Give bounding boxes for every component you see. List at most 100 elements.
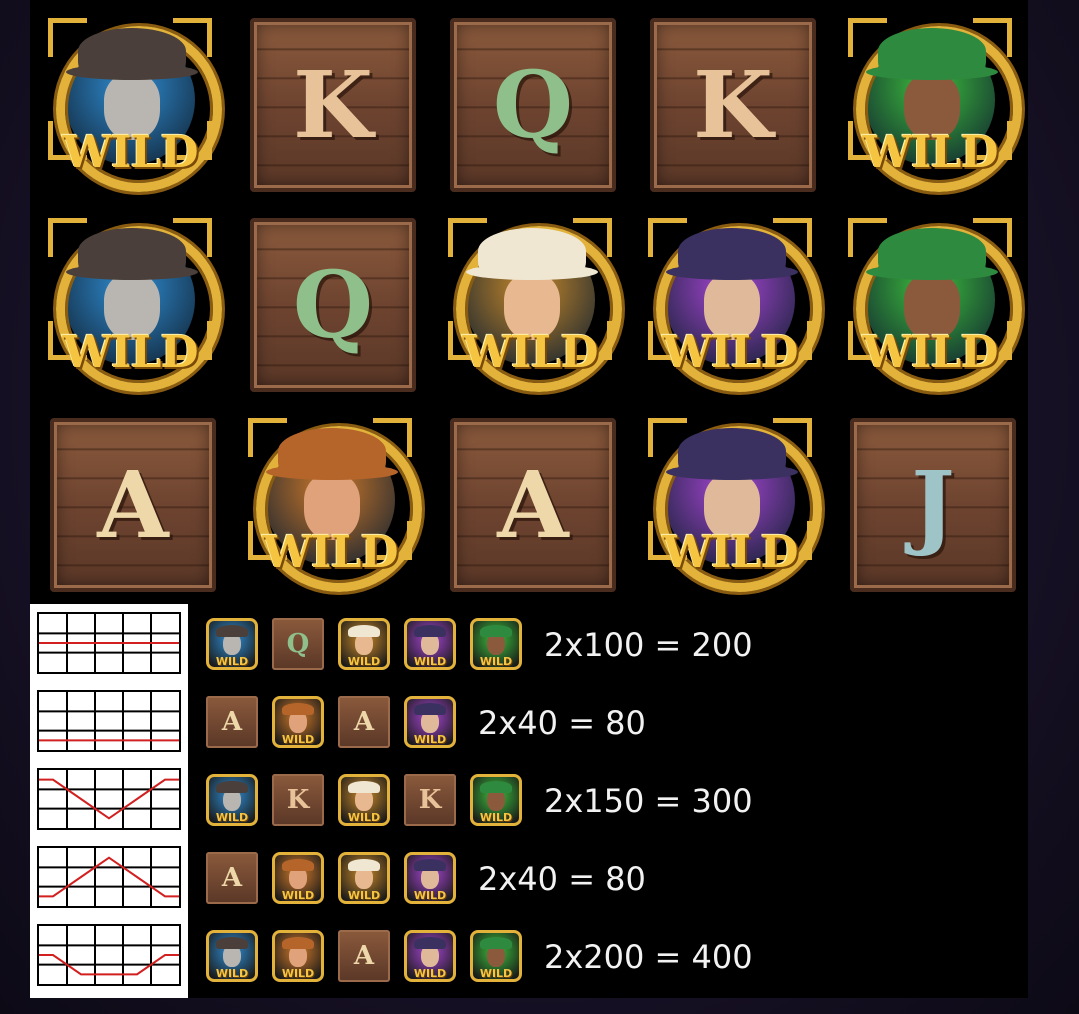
payline-grid (39, 770, 179, 828)
wild-symbol: WILD (642, 208, 822, 392)
card-letter: A (497, 451, 569, 559)
mini-wild-label: WILD (347, 889, 381, 902)
reel-cell: Q (240, 206, 420, 392)
reel-cell: A (40, 406, 220, 592)
payline-row: A WILD A WILD 2x40 = 80 (206, 690, 986, 752)
mini-wild-label: WILD (413, 733, 447, 746)
payline-diagram (37, 612, 181, 674)
payline-path (39, 778, 179, 820)
mini-wild-label: WILD (479, 967, 513, 980)
mini-card-k: K (404, 774, 456, 826)
wild-symbol: WILD (42, 208, 222, 392)
mini-wild-label: WILD (281, 967, 315, 980)
reel-cell: WILD (240, 406, 422, 592)
mini-card-q: Q (272, 618, 324, 670)
mini-wild-icon: WILD (470, 930, 522, 982)
card-symbol-k: K (250, 18, 416, 192)
wild-symbol: WILD (842, 208, 1022, 392)
hat-brim (866, 264, 998, 280)
mini-wild-icon: WILD (404, 852, 456, 904)
hat-brim (866, 64, 998, 80)
wild-symbol: WILD (842, 8, 1022, 192)
reel-cell: A (440, 406, 620, 592)
mini-wild-label: WILD (281, 733, 315, 746)
reel-cell: Q (440, 6, 620, 192)
payout-text: 2x40 = 80 (478, 704, 646, 742)
payline-row: A WILD WILD WILD 2x40 = 80 (206, 846, 986, 908)
reel-cell: WILD (640, 406, 822, 592)
mini-hat (480, 625, 512, 637)
mini-hat (348, 625, 380, 637)
reel-cell: J (840, 406, 1020, 592)
payout-text: 2x200 = 400 (544, 938, 753, 976)
mini-wild-label: WILD (215, 655, 249, 668)
mini-wild-icon: WILD (338, 852, 390, 904)
reel-cell: WILD (40, 6, 222, 192)
payline-row: WILD K WILD K WILD 2x150 = 300 (206, 768, 986, 830)
payline-grid (39, 692, 179, 750)
reel-cell: K (640, 6, 820, 192)
card-symbol-a: A (50, 418, 216, 592)
wild-symbol: WILD (642, 408, 822, 592)
mini-card-a: A (338, 696, 390, 748)
mini-wild-icon: WILD (272, 930, 324, 982)
wild-label: WILD (262, 527, 398, 578)
mini-wild-icon: WILD (470, 774, 522, 826)
mini-hat (282, 703, 314, 715)
payline-grid (39, 614, 179, 672)
mini-wild-label: WILD (479, 655, 513, 668)
reel-cell: WILD (40, 206, 222, 392)
mini-wild-icon: WILD (404, 696, 456, 748)
wild-symbol: WILD (42, 8, 222, 192)
reel-cell: WILD (640, 206, 822, 392)
wild-symbol: WILD (442, 208, 622, 392)
hat-brim (666, 264, 798, 280)
wild-label: WILD (662, 527, 798, 578)
card-symbol-a: A (450, 418, 616, 592)
wild-label: WILD (862, 327, 998, 378)
mini-wild-icon: WILD (338, 618, 390, 670)
mini-card-letter: A (353, 707, 375, 737)
mini-wild-label: WILD (347, 655, 381, 668)
card-symbol-q: Q (250, 218, 416, 392)
card-symbol-j: J (850, 418, 1016, 592)
mini-hat (414, 625, 446, 637)
payline-grid (39, 926, 179, 984)
mini-hat (414, 937, 446, 949)
hat-brim (66, 264, 198, 280)
mini-wild-label: WILD (347, 811, 381, 824)
mini-wild-icon: WILD (404, 930, 456, 982)
hat-brim (266, 464, 398, 480)
reel-cell: WILD (840, 206, 1022, 392)
mini-wild-icon: WILD (272, 696, 324, 748)
card-letter: A (97, 451, 169, 559)
mini-hat (414, 859, 446, 871)
mini-hat (348, 781, 380, 793)
mini-card-letter: Q (286, 629, 310, 659)
reel-cell: WILD (440, 206, 622, 392)
reel-cell: WILD (840, 6, 1022, 192)
reel-grid: WILD K Q K WILD WILD Q WILD WILD WILD A WILD A WILD J (30, 0, 1028, 600)
mini-hat (216, 781, 248, 793)
wild-label: WILD (62, 127, 198, 178)
wild-label: WILD (62, 327, 198, 378)
mini-hat (216, 937, 248, 949)
card-symbol-q: Q (450, 18, 616, 192)
payline-diagram (37, 690, 181, 752)
mini-card-k: K (272, 774, 324, 826)
wild-label: WILD (462, 327, 598, 378)
mini-wild-icon: WILD (338, 774, 390, 826)
hat-brim (66, 64, 198, 80)
mini-wild-label: WILD (413, 655, 447, 668)
mini-wild-label: WILD (215, 967, 249, 980)
mini-card-letter: A (221, 707, 243, 737)
mini-hat (216, 625, 248, 637)
mini-wild-icon: WILD (206, 774, 258, 826)
mini-wild-icon: WILD (206, 618, 258, 670)
mini-wild-label: WILD (413, 967, 447, 980)
mini-card-a: A (206, 852, 258, 904)
mini-hat (414, 703, 446, 715)
mini-card-letter: K (286, 785, 310, 815)
mini-hat (282, 937, 314, 949)
mini-wild-label: WILD (215, 811, 249, 824)
